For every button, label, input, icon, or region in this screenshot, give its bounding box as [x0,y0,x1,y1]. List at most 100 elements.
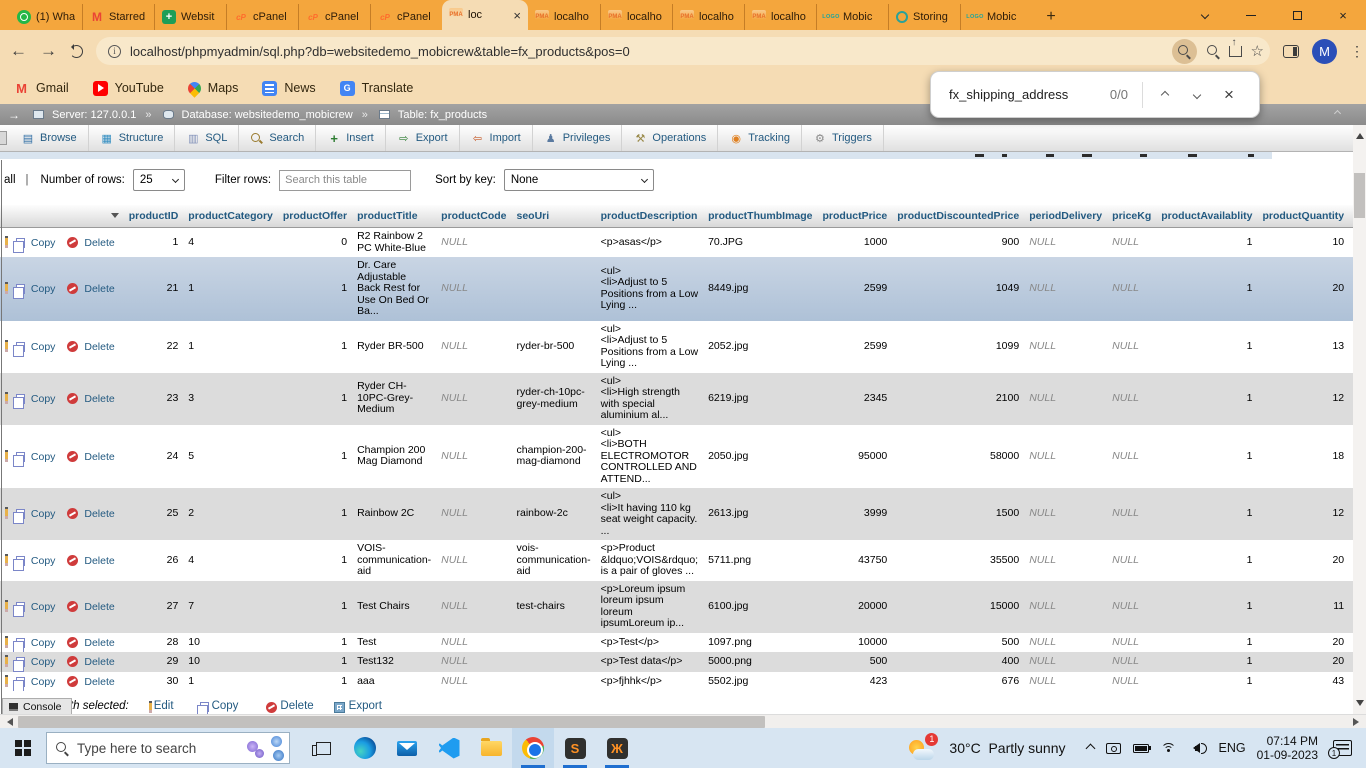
bookmark-gmail[interactable]: MGmail [14,81,69,96]
delete-row-link[interactable]: Delete [59,676,114,688]
tray-expand-icon[interactable] [1085,743,1095,753]
table-row[interactable]: Copy Delete29101Test132NULL<p>Test data<… [0,652,1353,672]
browser-tab[interactable]: LOGOMobic [816,4,888,30]
console-tab[interactable]: Console [2,698,72,714]
bookmark-star-icon[interactable]: ☆ [1251,42,1264,60]
browser-tab[interactable]: Storing [888,4,960,30]
edit-icon-clipped[interactable] [5,236,8,248]
browser-tab[interactable]: PMAlocalho [672,4,744,30]
zoom-icon[interactable] [1206,44,1220,58]
with-selected-export-button[interactable]: Export [334,700,382,712]
column-header-productAvailablity[interactable]: productAvailablity [1156,205,1257,228]
taskbar-app-explorer[interactable] [470,728,512,768]
meet-now-icon[interactable] [1106,743,1121,754]
find-bar[interactable]: fx_shipping_address 0/0 × [930,71,1260,118]
horizontal-scrollbar[interactable] [0,714,1366,728]
back-icon[interactable]: ← [10,41,27,61]
battery-icon[interactable] [1133,744,1149,753]
table-row[interactable]: Copy Delete140R2 Rainbow 2 PC White-Blue… [0,228,1353,258]
pma-tab-tracking[interactable]: Tracking [718,125,802,151]
pma-tab-browse[interactable]: Browse [10,125,89,151]
column-header-productPrice[interactable]: productPrice [818,205,893,228]
column-header-productQuantity[interactable]: productQuantity [1257,205,1349,228]
column-header-productID[interactable]: productID [124,205,184,228]
column-header-productCode[interactable]: productCode [436,205,511,228]
scroll-to-top-icon[interactable] [1335,107,1340,119]
edit-icon-clipped[interactable] [5,282,8,294]
edit-icon-clipped[interactable] [5,507,8,519]
column-header-productTitle[interactable]: productTitle [352,205,436,228]
column-header-priceKg[interactable]: priceKg [1107,205,1156,228]
table-row[interactable]: Copy Delete2641VOIS-communication-aidNUL… [0,540,1353,581]
rows-per-page-select[interactable]: 25 [133,169,185,191]
edit-icon-clipped[interactable] [5,600,8,612]
show-nav-panel-icon[interactable]: → [8,108,20,122]
taskbar-app-edge[interactable] [344,728,386,768]
browser-menu-icon[interactable]: ⋮ [1350,43,1356,60]
browser-tab[interactable]: PMAlocalho [600,4,672,30]
wifi-icon[interactable] [1161,743,1176,754]
pma-tab-privileges[interactable]: Privileges [533,125,623,151]
find-previous-icon[interactable] [1149,80,1181,110]
breadcrumb-database[interactable]: Database: websitedemo_mobicrew [182,109,353,121]
taskbar-app-mail[interactable] [386,728,428,768]
copy-row-link[interactable]: Copy [10,601,55,613]
side-panel-icon[interactable] [1283,45,1299,58]
taskbar-search[interactable]: Type here to search [46,732,290,764]
bookmark-youtube[interactable]: YouTube [93,81,164,96]
scroll-up-icon[interactable] [1356,129,1364,139]
pma-tab-search[interactable]: Search [239,125,316,151]
pma-tab-import[interactable]: Import [460,125,533,151]
delete-row-link[interactable]: Delete [59,451,114,463]
column-header-productDiscountedPrice[interactable]: productDiscountedPrice [892,205,1024,228]
pma-tab-export[interactable]: Export [386,125,460,151]
new-tab-button[interactable]: + [1038,4,1064,30]
show-all-label[interactable]: all [4,174,16,186]
browser-tab[interactable]: MStarred [82,4,154,30]
horizontal-scroll-thumb[interactable] [18,716,765,728]
profile-avatar[interactable]: M [1312,39,1337,64]
table-row[interactable]: Copy Delete2111Dr. Care Adjustable Back … [0,257,1353,321]
sort-by-key-select[interactable]: None [504,169,654,191]
copy-row-link[interactable]: Copy [10,656,55,668]
browser-tab[interactable]: PMAlocalho [744,4,816,30]
copy-row-link[interactable]: Copy [10,508,55,520]
browser-tab[interactable]: cPcPanel [298,4,370,30]
edit-icon-clipped[interactable] [5,554,8,566]
bookmark-news[interactable]: News [262,81,315,96]
taskbar-app-task-view[interactable] [302,728,344,768]
vertical-scroll-thumb[interactable] [1354,173,1365,218]
delete-row-link[interactable]: Delete [59,601,114,613]
forward-icon[interactable]: → [40,41,57,61]
taskbar-app-xampp[interactable]: Ж [596,728,638,768]
pma-tab-triggers[interactable]: Triggers [802,125,884,151]
table-row[interactable]: Copy Delete2521Rainbow 2CNULLrainbow-2c<… [0,488,1353,540]
start-button[interactable] [0,728,46,768]
maximize-button[interactable] [1274,0,1320,30]
scroll-right-icon[interactable] [1353,718,1363,726]
find-next-icon[interactable] [1181,80,1213,110]
find-in-page-active-icon[interactable] [1172,39,1197,64]
find-query-input[interactable]: fx_shipping_address [949,87,1110,102]
browser-tab[interactable]: cPcPanel [226,4,298,30]
column-options-caret-icon[interactable] [111,213,119,222]
taskbar-app-vscode[interactable] [428,728,470,768]
delete-row-link[interactable]: Delete [59,656,114,668]
table-row[interactable]: Copy Delete2771Test ChairsNULLtest-chair… [0,581,1353,633]
copy-row-link[interactable]: Copy [10,451,55,463]
browser-tab[interactable]: PMAlocalho [528,4,600,30]
close-button[interactable]: × [1320,0,1366,30]
tab-close-icon[interactable]: × [513,9,521,22]
reload-icon[interactable] [70,45,83,58]
breadcrumb-server[interactable]: Server: 127.0.0.1 [52,109,136,121]
column-header-productOffer[interactable]: productOffer [278,205,352,228]
edit-icon-clipped[interactable] [5,450,8,462]
taskbar-app-chrome[interactable] [512,728,554,768]
column-header-productThumbImage[interactable]: productThumbImage [703,205,817,228]
vertical-scrollbar[interactable] [1353,125,1366,714]
copy-row-link[interactable]: Copy [10,283,55,295]
tab-search-chevron-icon[interactable] [1182,0,1228,30]
delete-row-link[interactable]: Delete [59,508,114,520]
pma-tab-operations[interactable]: Operations [622,125,718,151]
table-row[interactable]: Copy Delete2451Champion 200 Mag DiamondN… [0,425,1353,489]
